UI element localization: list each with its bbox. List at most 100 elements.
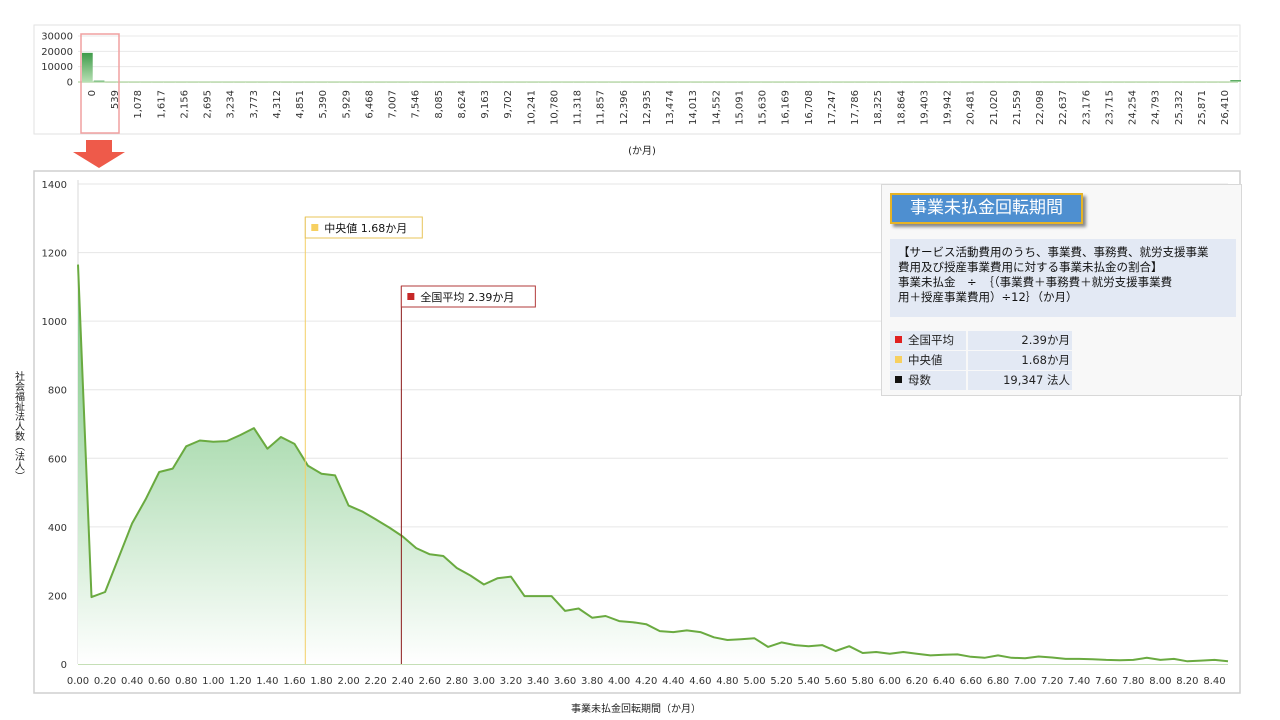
info-panel: 事業未払金回転期間 【サービス活動費用のうち、事業費、事務費、就労支援事業 費用…	[881, 184, 1242, 396]
main-x-tick-label: 5.60	[825, 676, 847, 687]
overview-x-tick-label: 8,624	[457, 90, 468, 119]
main-x-tick-label: 2.00	[337, 676, 359, 687]
overview-x-tick-label: 20,481	[966, 90, 977, 125]
info-panel-title: 事業未払金回転期間	[890, 193, 1083, 224]
overview-bar	[1148, 82, 1159, 83]
main-x-axis-label: 事業未払金回転期間（か月）	[571, 702, 701, 715]
overview-bar	[679, 82, 691, 83]
overview-bar	[1007, 82, 1019, 83]
stat-label: 母数	[890, 371, 966, 390]
overview-y-tick-label: 10000	[41, 62, 73, 73]
overview-bar	[234, 82, 246, 83]
overview-y-tick-label: 30000	[41, 32, 73, 43]
zoom-arrow-icon	[73, 140, 125, 168]
overview-bar	[187, 82, 199, 83]
overview-bar	[386, 82, 398, 83]
yellow-square-icon	[895, 356, 902, 363]
overview-bar	[433, 82, 445, 83]
overview-bar	[949, 82, 960, 83]
black-square-icon	[895, 376, 902, 383]
stat-label: 中央値	[890, 351, 966, 370]
main-x-tick-label: 5.00	[743, 676, 765, 687]
overview-bar	[890, 82, 902, 83]
overview-bar	[1019, 82, 1031, 83]
main-x-tick-label: 2.40	[392, 676, 414, 687]
overview-x-tick-label: 23,715	[1104, 90, 1115, 125]
overview-bar	[1124, 82, 1136, 83]
overview-x-axis-label: (か月)	[628, 145, 656, 157]
overview-bar	[585, 82, 597, 83]
info-panel-description: 【サービス活動費用のうち、事業費、事務費、就労支援事業 費用及び授産事業費用に対…	[890, 239, 1236, 317]
main-x-tick-label: 7.20	[1041, 676, 1063, 687]
legend-square-icon	[407, 293, 415, 300]
overview-bar	[328, 82, 339, 83]
main-x-tick-label: 5.40	[797, 676, 819, 687]
overview-bar	[492, 82, 503, 83]
main-x-tick-label: 1.40	[256, 676, 278, 687]
overview-x-tick-label: 18,325	[873, 90, 884, 125]
overview-bar	[503, 82, 515, 83]
overview-bar	[843, 82, 855, 83]
overview-y-tick-label: 0	[67, 78, 73, 89]
main-x-tick-label: 5.80	[852, 676, 874, 687]
overview-bar	[246, 82, 257, 83]
main-x-tick-label: 0.00	[67, 676, 89, 687]
overview-bar	[93, 80, 105, 82]
stat-label-text: 母数	[908, 373, 931, 387]
main-y-tick-label: 1000	[42, 317, 67, 328]
overview-bar	[714, 82, 726, 83]
main-x-tick-label: 2.60	[419, 676, 441, 687]
overview-bar	[726, 82, 738, 83]
overview-x-tick-label: 11,318	[573, 90, 584, 125]
main-x-tick-label: 4.80	[716, 676, 738, 687]
overview-bar	[749, 82, 761, 83]
overview-bar	[128, 82, 140, 83]
overview-bar	[656, 82, 667, 83]
overview-bar	[468, 82, 480, 83]
overview-bar	[1218, 82, 1230, 83]
overview-x-tick-label: 5,390	[318, 90, 329, 119]
main-x-tick-label: 8.20	[1176, 676, 1198, 687]
overview-bar	[1195, 82, 1206, 83]
description-line: 用＋授産事業費用）÷12｝（か月）	[898, 290, 1078, 304]
red-square-icon	[895, 336, 902, 343]
overview-bar	[1206, 82, 1218, 83]
overview-x-tick-label: 25,871	[1197, 90, 1208, 125]
overview-bar	[140, 82, 152, 83]
overview-x-tick-label: 14,013	[688, 90, 699, 125]
overview-bar	[574, 82, 585, 83]
overview-x-tick-label: 2,695	[203, 90, 214, 119]
overview-bar	[374, 82, 386, 83]
overview-x-tick-label: 8,085	[434, 90, 445, 119]
main-y-tick-label: 600	[48, 454, 67, 465]
main-x-tick-label: 3.40	[527, 676, 549, 687]
overview-bar	[222, 82, 234, 83]
overview-x-tick-label: 19,403	[919, 90, 930, 125]
main-x-axis: 0.00 0.20 0.40 0.60 0.80 1.00 1.20 1.40 1.60 1.80…	[67, 676, 1226, 687]
main-x-tick-label: 7.00	[1014, 676, 1036, 687]
overview-x-tick-label: 7,007	[388, 90, 399, 119]
main-x-tick-label: 4.00	[608, 676, 630, 687]
overview-bar	[1230, 80, 1241, 82]
overview-x-tick-label: 12,935	[642, 90, 653, 125]
description-line: 【サービス活動費用のうち、事業費、事務費、就労支援事業	[898, 245, 1209, 259]
overview-bar	[152, 82, 164, 83]
overview-bar	[550, 82, 562, 83]
overview-x-tick-label: 19,942	[943, 90, 954, 125]
stat-label-text: 中央値	[908, 353, 943, 367]
description-line: 費用及び授産事業費用に対する事業未払金の割合】	[898, 260, 1163, 274]
overview-bar	[867, 82, 878, 83]
main-x-tick-label: 1.80	[310, 676, 332, 687]
overview-bar	[304, 82, 316, 83]
overview-x-tick-label: 6,468	[364, 90, 375, 119]
stat-value: 2.39か月	[968, 331, 1072, 350]
overview-bar	[984, 82, 995, 83]
main-x-tick-label: 4.40	[662, 676, 684, 687]
main-y-tick-label: 400	[48, 523, 67, 534]
overview-x-tick-label: 11,857	[596, 90, 607, 125]
main-x-tick-label: 3.20	[500, 676, 522, 687]
overview-bar	[761, 82, 773, 83]
overview-bar	[1066, 82, 1077, 83]
overview-bar	[363, 82, 374, 83]
main-x-tick-label: 2.80	[446, 676, 468, 687]
